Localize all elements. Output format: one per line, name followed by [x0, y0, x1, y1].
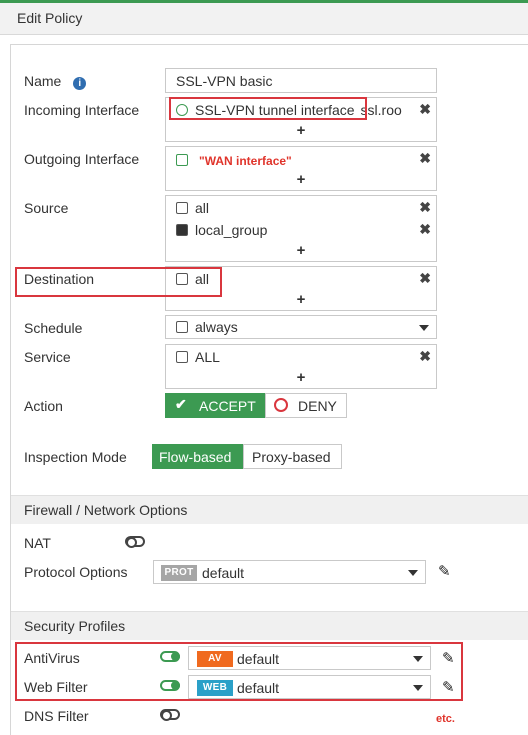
deny-icon: [274, 398, 288, 412]
service-field[interactable]: ALL ✖ +: [165, 344, 437, 389]
highlight-destination: [15, 267, 222, 297]
remove-source-group-icon[interactable]: ✖: [419, 221, 431, 238]
remove-service-icon[interactable]: ✖: [419, 348, 431, 365]
dns-filter-toggle[interactable]: [160, 709, 180, 721]
source-label: Source: [24, 200, 69, 216]
service-label: Service: [24, 349, 71, 365]
add-outgoing-button[interactable]: +: [166, 171, 436, 188]
schedule-select[interactable]: always: [165, 315, 437, 339]
service-entry[interactable]: ALL: [176, 349, 220, 365]
action-label: Action: [24, 398, 63, 414]
info-icon[interactable]: i: [73, 77, 87, 90]
chevron-down-icon: [408, 570, 418, 576]
source-entry-all[interactable]: all: [176, 200, 209, 216]
incoming-interface-label: Incoming Interface: [24, 102, 140, 118]
outgoing-interface-field[interactable]: "WAN interface" ✖ +: [165, 146, 437, 191]
source-field[interactable]: all ✖ local_group ✖ +: [165, 195, 437, 262]
accept-button[interactable]: ✔ ACCEPT: [165, 393, 265, 418]
etc-annotation: etc.: [436, 713, 455, 725]
name-label: Name i: [24, 73, 87, 90]
name-input[interactable]: SSL-VPN basic: [165, 68, 437, 93]
nat-toggle[interactable]: [125, 536, 145, 548]
schedule-clock-icon: [176, 321, 188, 333]
prot-tag: PROT: [161, 565, 197, 581]
check-icon: ✔: [175, 396, 187, 412]
remove-outgoing-icon[interactable]: ✖: [419, 150, 431, 167]
add-service-button[interactable]: +: [166, 369, 436, 386]
nat-label: NAT: [24, 535, 51, 551]
security-profiles-header: Security Profiles: [11, 611, 528, 640]
highlight-incoming-interface: [169, 97, 367, 120]
remove-incoming-icon[interactable]: ✖: [416, 101, 431, 118]
highlight-security-profiles: [15, 642, 463, 701]
chevron-down-icon: [419, 325, 429, 331]
address-icon: [176, 202, 188, 214]
deny-button[interactable]: DENY: [265, 393, 347, 418]
protocol-options-select[interactable]: PROT default: [153, 560, 426, 584]
edit-pencil-icon[interactable]: ✎: [438, 562, 451, 580]
user-group-icon: [176, 224, 188, 236]
flow-based-button[interactable]: Flow-based: [152, 444, 243, 469]
outgoing-interface-label: Outgoing Interface: [24, 151, 140, 167]
service-icon: [176, 351, 188, 363]
schedule-label: Schedule: [24, 320, 83, 336]
firewall-network-options-header: Firewall / Network Options: [11, 495, 528, 524]
add-source-button[interactable]: +: [166, 242, 436, 259]
protocol-options-label: Protocol Options: [24, 564, 128, 580]
window-titlebar: Edit Policy: [0, 3, 528, 35]
remove-source-all-icon[interactable]: ✖: [419, 199, 431, 216]
inspection-mode-label: Inspection Mode: [24, 449, 127, 465]
add-incoming-button[interactable]: +: [166, 122, 436, 139]
dns-filter-label: DNS Filter: [24, 708, 89, 724]
window-title: Edit Policy: [17, 10, 83, 26]
outgoing-interface-entry[interactable]: "WAN interface": [176, 152, 292, 168]
proxy-based-button[interactable]: Proxy-based: [243, 444, 342, 469]
port-interface-icon: [176, 154, 188, 166]
source-entry-local-group[interactable]: local_group: [176, 222, 267, 238]
remove-destination-icon[interactable]: ✖: [419, 270, 431, 287]
